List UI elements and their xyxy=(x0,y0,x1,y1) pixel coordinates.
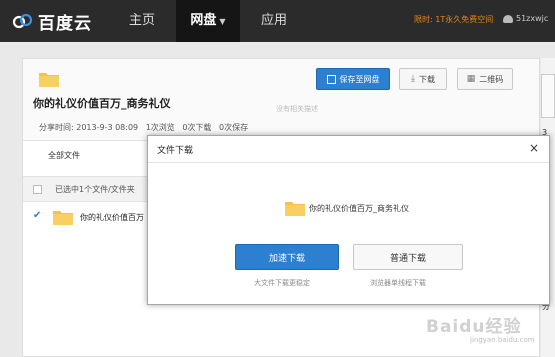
qrcode-button[interactable]: ▦ 二维码 xyxy=(457,68,513,90)
no-description-text: 没有相关描述 xyxy=(276,105,318,113)
top-nav-bar: 百度云 主页 网盘 ▼ 应用 限时: 1T永久免费空间 51zxwjc xyxy=(0,0,555,42)
watermark: Baidu经验 xyxy=(426,317,522,337)
normal-download-hint: 浏览器单线程下载 xyxy=(370,279,426,287)
share-time: 分享时间: 2013-9-3 08:09 xyxy=(39,123,139,132)
nav-netdisk-label: 网盘 xyxy=(190,13,217,28)
nav-netdisk[interactable]: 网盘 ▼ xyxy=(176,0,240,42)
baidu-cloud-logo[interactable]: 百度云 xyxy=(12,9,92,34)
view-count: 1次浏览 xyxy=(145,123,175,132)
avatar[interactable] xyxy=(541,74,555,118)
file-name[interactable]: 你的礼仪价值百万 xyxy=(80,212,144,223)
chevron-down-icon: ▼ xyxy=(219,17,226,26)
save-to-disk-label: 保存至网盘 xyxy=(339,74,380,84)
user-icon xyxy=(503,14,513,23)
qrcode-icon: ▦ xyxy=(466,74,476,84)
breadcrumb-all-files[interactable]: 全部文件 xyxy=(48,150,80,161)
download-label: 下载 xyxy=(418,74,435,84)
watermark-url: jingyan.baidu.com xyxy=(470,336,535,344)
folder-icon xyxy=(39,73,59,87)
nav-apps[interactable]: 应用 xyxy=(250,0,298,42)
share-header: 你的礼仪价值百万_商务礼仪 没有相关描述 分享时间: 2013-9-3 08:0… xyxy=(23,59,539,141)
dialog-file-name: 你的礼仪价值百万_商务礼仪 xyxy=(309,204,409,213)
download-button[interactable]: ⤓ 下载 xyxy=(399,68,447,90)
file-download-dialog: 文件下载 × 你的礼仪价值百万_商务礼仪 加速下载 普通下载 大文件下载更稳定 … xyxy=(147,135,550,305)
username: 51zxwjc xyxy=(516,14,549,23)
logo-text: 百度云 xyxy=(38,13,92,34)
share-title: 你的礼仪价值百万_商务礼仪 xyxy=(33,97,171,110)
selection-status: 已选中1个文件/文件夹 xyxy=(55,185,135,194)
accelerated-download-button[interactable]: 加速下载 xyxy=(235,244,339,270)
checkmark-icon[interactable]: ✔ xyxy=(33,210,41,221)
select-all-checkbox[interactable] xyxy=(33,185,42,194)
folder-icon xyxy=(285,202,305,216)
save-to-disk-button[interactable]: 保存至网盘 xyxy=(316,68,390,90)
cloud-logo-icon xyxy=(12,13,33,29)
close-icon[interactable]: × xyxy=(529,141,539,155)
download-count: 0次下载 xyxy=(182,123,212,132)
share-meta: 分享时间: 2013-9-3 08:09 1次浏览 0次下载 0次保存 xyxy=(39,122,253,133)
promo-link[interactable]: 限时: 1T永久免费空间 xyxy=(414,14,493,25)
save-count: 0次保存 xyxy=(218,123,249,132)
save-icon xyxy=(326,74,336,84)
dialog-header: 文件下载 × xyxy=(148,136,549,163)
folder-icon xyxy=(53,211,73,225)
normal-download-button[interactable]: 普通下载 xyxy=(353,244,463,270)
user-menu[interactable]: 51zxwjc xyxy=(503,14,548,23)
nav-home[interactable]: 主页 xyxy=(118,0,166,42)
accelerated-download-hint: 大文件下载更稳定 xyxy=(254,279,310,287)
dialog-title: 文件下载 xyxy=(157,146,194,156)
download-icon: ⤓ xyxy=(411,74,415,84)
qrcode-label: 二维码 xyxy=(479,74,504,84)
